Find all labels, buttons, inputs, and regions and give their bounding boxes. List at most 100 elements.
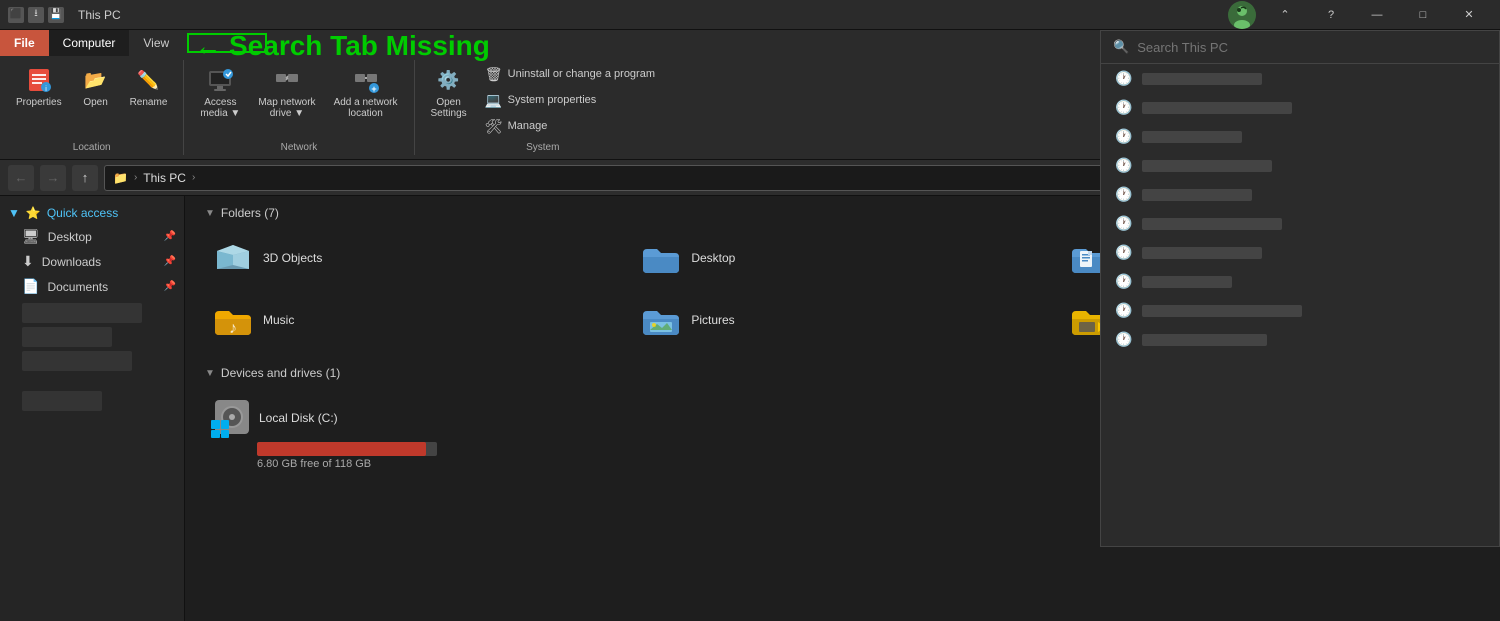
address-chevron-2: › [192, 172, 195, 183]
history-text-2 [1142, 102, 1292, 114]
system-group-items: ⚙️ OpenSettings 🗑 Uninstall or change a … [425, 62, 662, 138]
quick-access-star-icon: ⭐ [26, 206, 41, 220]
forward-button[interactable]: → [40, 165, 66, 191]
history-item-5[interactable]: 🕐 [1101, 180, 1499, 209]
history-text-3 [1142, 131, 1242, 143]
search-dropdown-icon: 🔍 [1113, 39, 1129, 55]
folder-item-desktop[interactable]: Desktop [633, 232, 1051, 284]
sidebar-downloads-label: Downloads [42, 255, 101, 269]
drive-c-progress-fill [257, 442, 426, 456]
network-group-items: Accessmedia ▼ Map networkdrive ▼ [194, 62, 403, 138]
access-media-button[interactable]: Accessmedia ▼ [194, 62, 246, 123]
main-layout: ▼ ⭐ Quick access 🖥 Desktop 📌 ⬇ Downloads… [0, 196, 1500, 621]
history-clock-icon-7: 🕐 [1115, 244, 1132, 261]
location-group-items: i Properties 📂 Open ✏️ Rename [10, 62, 173, 138]
desktop-folder-icon [641, 238, 681, 278]
settings-icon: ⚙️ [435, 66, 463, 94]
window-title: This PC [78, 8, 121, 22]
tab-view[interactable]: View [129, 30, 183, 56]
properties-icon: i [25, 66, 53, 94]
downloads-icon: ⬇ [22, 253, 34, 270]
folder-item-3dobjects[interactable]: 3D Objects [205, 232, 623, 284]
system-properties-icon: 💻 [485, 91, 503, 109]
history-item-2[interactable]: 🕐 [1101, 93, 1499, 122]
open-button[interactable]: 📂 Open [74, 62, 118, 112]
sidebar-blurred-4 [22, 391, 102, 411]
history-item-3[interactable]: 🕐 [1101, 122, 1499, 151]
maximize-button[interactable]: □ [1400, 0, 1446, 30]
tab-search-missing-outline[interactable] [187, 33, 267, 53]
history-text-10 [1142, 334, 1267, 346]
documents-pin-icon: 📌 [164, 281, 176, 292]
sidebar-item-desktop[interactable]: 🖥 Desktop 📌 [0, 224, 184, 249]
svg-text:♪: ♪ [229, 320, 237, 337]
history-item-4[interactable]: 🕐 [1101, 151, 1499, 180]
system-properties-button[interactable]: 💻 System properties [479, 88, 661, 112]
manage-button[interactable]: 🛠 Manage [479, 114, 661, 138]
sidebar-item-documents[interactable]: 📄 Documents 📌 [0, 274, 184, 299]
history-item-9[interactable]: 🕐 [1101, 296, 1499, 325]
pictures-folder-icon [641, 300, 681, 340]
desktop-pin-icon: 📌 [164, 231, 176, 242]
history-item-8[interactable]: 🕐 [1101, 267, 1499, 296]
titlebar: ⬛ ⭳ 💾 This PC ⌃ ? — □ ✕ [0, 0, 1500, 30]
svg-text:+: + [371, 84, 376, 94]
history-clock-icon-1: 🕐 [1115, 70, 1132, 87]
drive-item-c[interactable]: Local Disk (C:) 6.80 GB free of 118 GB [205, 392, 465, 478]
drives-header-label: Devices and drives (1) [221, 366, 340, 380]
access-media-icon [206, 66, 234, 94]
close-button[interactable]: ✕ [1446, 0, 1492, 30]
uninstall-icon: 🗑 [485, 65, 503, 83]
history-text-8 [1142, 276, 1232, 288]
pictures-folder-label: Pictures [691, 313, 734, 327]
address-chevron: › [134, 172, 137, 183]
folder-item-pictures[interactable]: Pictures [633, 294, 1051, 346]
history-clock-icon-8: 🕐 [1115, 273, 1132, 290]
history-item-10[interactable]: 🕐 [1101, 325, 1499, 354]
sidebar-item-downloads[interactable]: ⬇ Downloads 📌 [0, 249, 184, 274]
history-text-5 [1142, 189, 1252, 201]
titlebar-controls: ⌃ ? — □ ✕ [1228, 0, 1492, 30]
quick-access-chevron: ▼ [8, 206, 20, 220]
map-network-button[interactable]: Map networkdrive ▼ [252, 62, 321, 123]
uninstall-button[interactable]: 🗑 Uninstall or change a program [479, 62, 661, 86]
drive-c-label: Local Disk (C:) [259, 411, 338, 425]
quick-access-header[interactable]: ▼ ⭐ Quick access [0, 202, 184, 224]
history-text-6 [1142, 218, 1282, 230]
tab-file[interactable]: File [0, 30, 49, 56]
add-location-button[interactable]: + Add a networklocation [328, 62, 404, 123]
map-network-label: Map networkdrive ▼ [258, 97, 315, 119]
system-properties-label: System properties [508, 94, 597, 106]
history-item-6[interactable]: 🕐 [1101, 209, 1499, 238]
history-clock-icon-9: 🕐 [1115, 302, 1132, 319]
tab-computer[interactable]: Computer [49, 30, 130, 56]
network-group-label: Network [281, 138, 318, 153]
music-folder-label: Music [263, 313, 294, 327]
history-item-1[interactable]: 🕐 [1101, 64, 1499, 93]
minimize-button[interactable]: — [1354, 0, 1400, 30]
expand-ribbon-button[interactable]: ⌃ [1262, 0, 1308, 30]
rename-button[interactable]: ✏️ Rename [124, 62, 174, 112]
properties-button[interactable]: i Properties [10, 62, 68, 112]
back-button[interactable]: ← [8, 165, 34, 191]
history-item-7[interactable]: 🕐 [1101, 238, 1499, 267]
history-clock-icon-3: 🕐 [1115, 128, 1132, 145]
search-input[interactable] [1137, 40, 1487, 55]
location-group-label: Location [73, 138, 111, 153]
folder-item-music[interactable]: ♪ Music [205, 294, 623, 346]
open-icon: 📂 [82, 66, 110, 94]
qat-icon-2[interactable]: ⭳ [28, 7, 44, 23]
open-settings-label: OpenSettings [431, 97, 467, 119]
qat-icon-1[interactable]: ⬛ [8, 7, 24, 23]
drive-top: Local Disk (C:) [215, 400, 455, 436]
ribbon-group-system: ⚙️ OpenSettings 🗑 Uninstall or change a … [415, 60, 672, 155]
help-button[interactable]: ? [1308, 0, 1354, 30]
uninstall-label: Uninstall or change a program [508, 68, 655, 80]
open-settings-button[interactable]: ⚙️ OpenSettings [425, 62, 473, 123]
rename-label: Rename [130, 97, 168, 108]
history-clock-icon-5: 🕐 [1115, 186, 1132, 203]
quick-access-label: Quick access [47, 206, 118, 220]
qat-icon-3[interactable]: 💾 [48, 7, 64, 23]
history-clock-icon-10: 🕐 [1115, 331, 1132, 348]
up-button[interactable]: ↑ [72, 165, 98, 191]
